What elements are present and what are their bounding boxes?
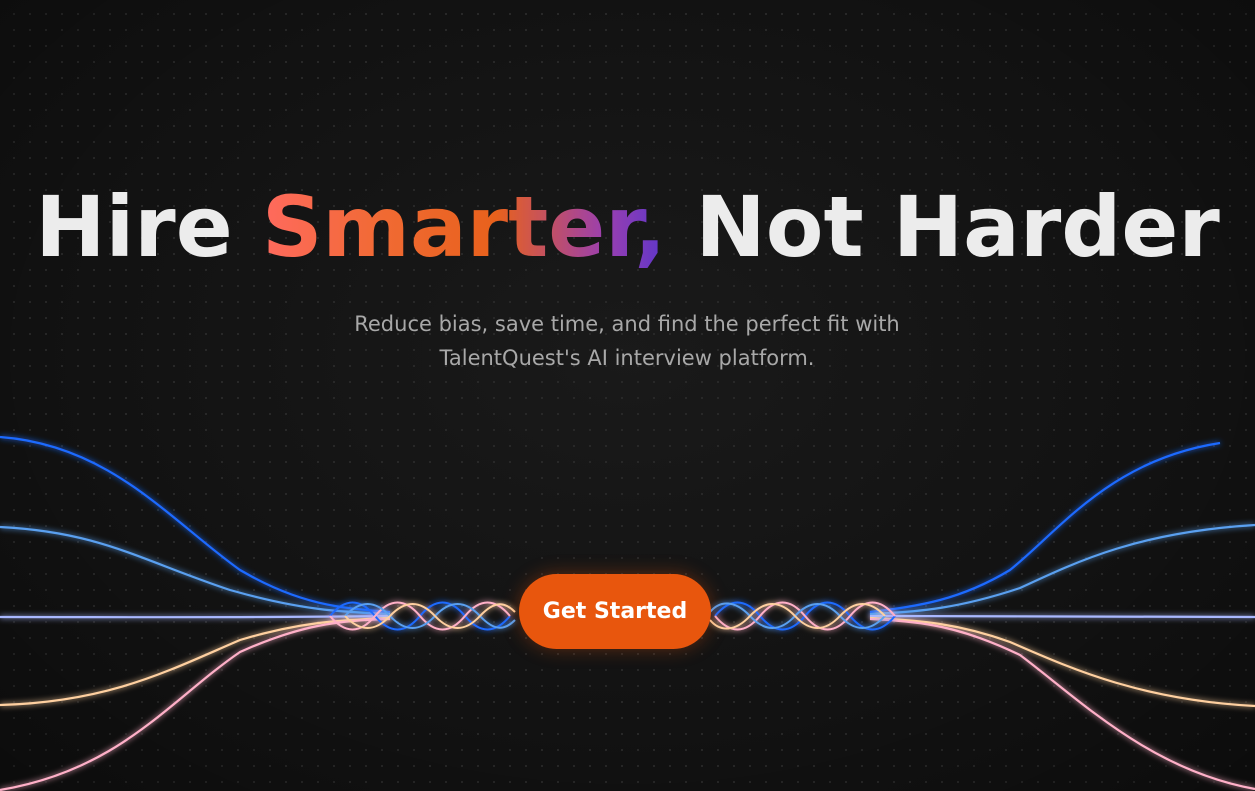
headline-lead: Hire [35, 178, 262, 276]
get-started-button[interactable]: Get Started [519, 574, 711, 649]
wave-lightblue-right [869, 523, 1255, 616]
light-waves-decoration [0, 435, 1255, 791]
wave-peach-left [0, 616, 391, 707]
hero-headline: Hire Smarter, Not Harder [0, 172, 1255, 282]
wave-blue-left [0, 435, 391, 614]
headline-highlight: Smarter, [261, 178, 667, 276]
wave-pink-right [869, 617, 1255, 791]
wave-peach-right [869, 616, 1255, 708]
wave-pink-left [0, 617, 391, 791]
wave-blue-right [869, 441, 1221, 614]
headline-tail: Not Harder [666, 178, 1220, 276]
subtitle-line-2: TalentQuest's AI interview platform. [439, 346, 815, 370]
hero-subtitle: Reduce bias, save time, and find the per… [327, 307, 927, 375]
wave-periwinkle-right [869, 614, 1255, 619]
wave-lightblue-left [0, 525, 391, 616]
subtitle-line-1: Reduce bias, save time, and find the per… [354, 312, 900, 336]
